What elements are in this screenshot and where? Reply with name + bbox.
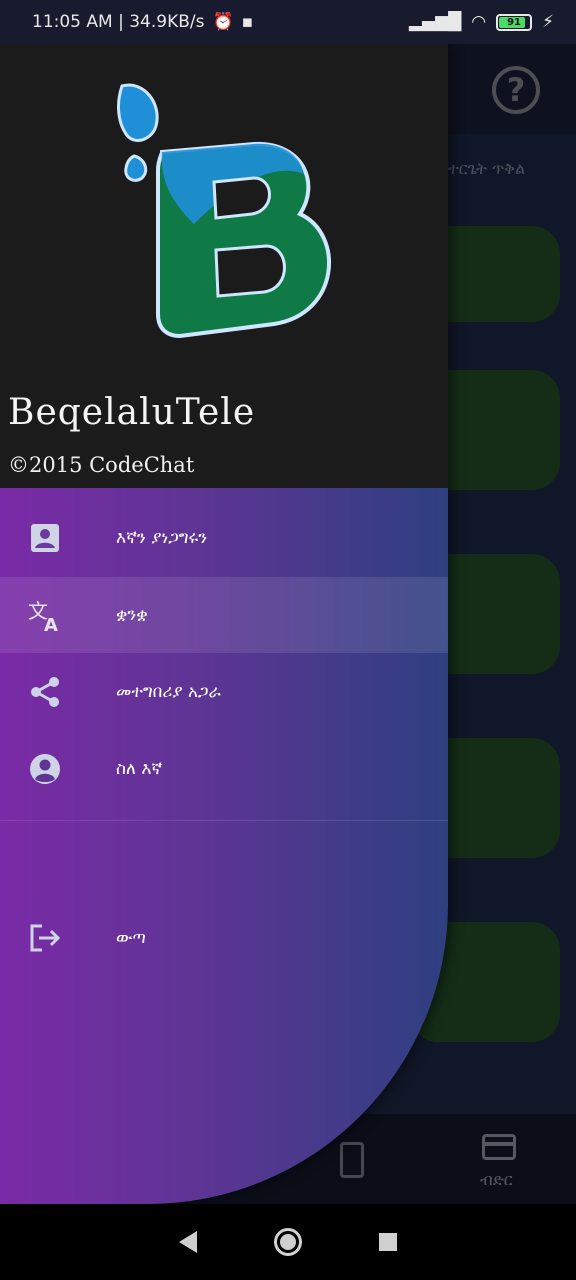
account-circle-icon xyxy=(28,752,62,786)
notification-icon: ▪ xyxy=(241,12,254,32)
contact-icon xyxy=(28,521,62,555)
menu-item-language[interactable]: 文 A ቋንቋ xyxy=(0,577,448,653)
menu-item-label: ቋንቋ xyxy=(116,605,148,625)
app-name: BeqelaluTele xyxy=(8,392,256,433)
logout-icon xyxy=(28,921,62,955)
menu-divider xyxy=(0,820,448,821)
alarm-icon: ⏰ xyxy=(212,12,234,32)
battery-level: 91 xyxy=(507,16,522,28)
menu-item-label: መተግበሪያ አጋራ xyxy=(116,682,221,702)
status-bar: 11:05 AM | 34.9KB/s ⏰ ▪ ▂▄▆█ ◠ 91 ⚡ xyxy=(0,0,576,44)
app-copyright: ©2015 CodeChat xyxy=(8,453,195,477)
status-time-speed: 11:05 AM | 34.9KB/s xyxy=(32,12,205,32)
menu-item-label: ስለ እኛ xyxy=(116,759,163,779)
share-icon xyxy=(28,675,62,709)
recents-icon[interactable] xyxy=(379,1233,398,1251)
menu-item-exit[interactable]: ውጣ xyxy=(0,900,448,976)
screen: 11:05 AM | 34.9KB/s ⏰ ▪ ▂▄▆█ ◠ 91 ⚡ ? ተር… xyxy=(0,0,576,1280)
menu-item-contact[interactable]: እኛን ያነጋግሩን xyxy=(0,500,448,576)
system-navigation-bar xyxy=(0,1204,576,1280)
menu-item-label: እኛን ያነጋግሩን xyxy=(116,528,208,548)
svg-text:A: A xyxy=(44,615,58,632)
app-logo-icon xyxy=(117,83,332,339)
menu-item-share[interactable]: መተግበሪያ አጋራ xyxy=(0,654,448,730)
menu-item-label: ውጣ xyxy=(116,928,146,948)
translate-icon: 文 A xyxy=(28,598,62,632)
navigation-drawer: BeqelaluTele ©2015 CodeChat እኛን ያነጋግሩን 文… xyxy=(0,44,448,1204)
menu-item-about[interactable]: ስለ እኛ xyxy=(0,731,448,807)
battery-icon: 91 xyxy=(496,13,533,31)
charging-icon: ⚡ xyxy=(542,12,554,32)
drawer-header: BeqelaluTele ©2015 CodeChat xyxy=(0,44,448,488)
wifi-icon: ◠ xyxy=(471,12,487,32)
signal-icon: ▂▄▆█ xyxy=(408,12,462,32)
home-icon[interactable] xyxy=(273,1228,302,1256)
back-icon[interactable] xyxy=(178,1231,197,1253)
